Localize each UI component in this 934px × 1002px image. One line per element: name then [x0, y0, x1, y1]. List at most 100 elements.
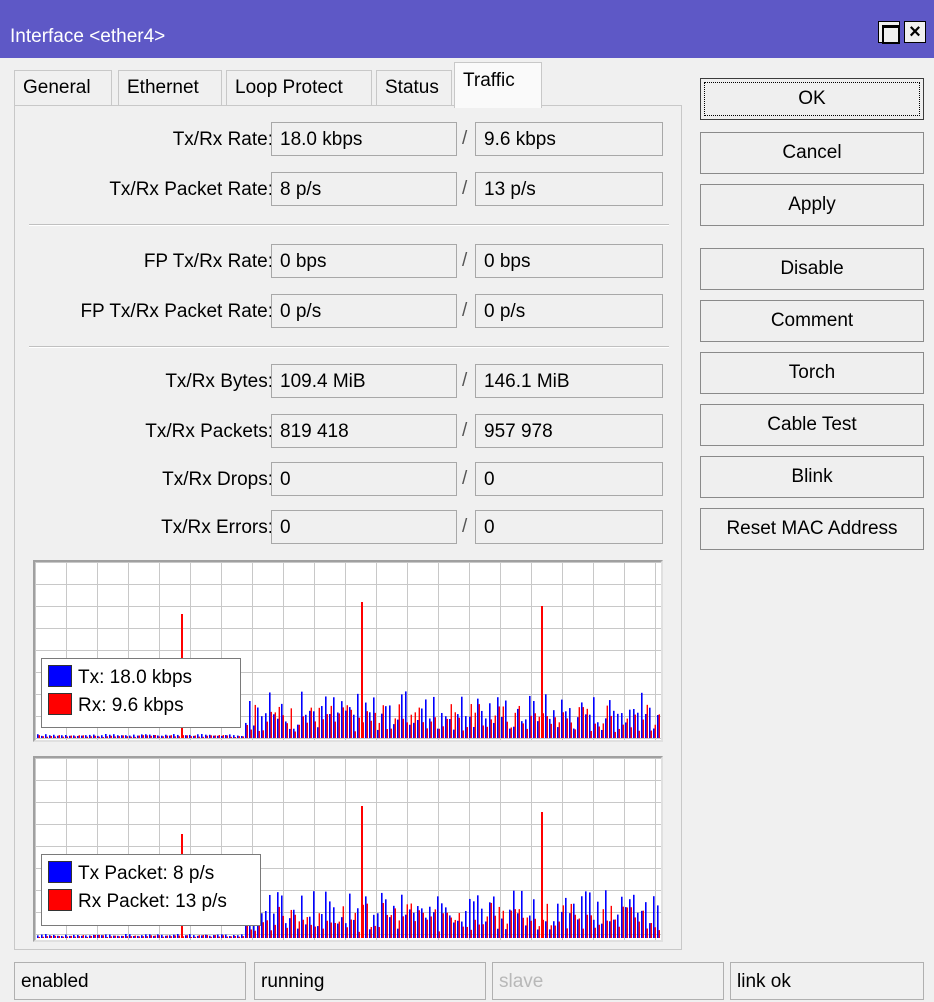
rx-trace-bar [638, 921, 640, 938]
rx-trace-bar [538, 716, 540, 738]
tx-trace-bar [37, 935, 39, 938]
tx-trace-bar [521, 721, 523, 738]
tx-trace-bar [249, 701, 251, 738]
tx-drops-field[interactable]: 0 [271, 462, 457, 496]
blink-button[interactable]: Blink [700, 456, 924, 498]
separator: / [462, 250, 468, 271]
tx-trace-bar [149, 734, 151, 738]
rx-trace-bar [222, 735, 224, 738]
tx-trace-bar [305, 924, 307, 938]
tx-trace-bar [397, 928, 399, 938]
window-titlebar[interactable]: Interface <ether4> × [0, 0, 934, 58]
tx-trace-bar [513, 726, 515, 738]
tx-trace-bar [313, 711, 315, 738]
tx-trace-bar [221, 735, 223, 738]
rx-trace-bar [394, 718, 396, 738]
tx-trace-bar [369, 712, 371, 738]
fp-rx-packet-rate-field[interactable]: 0 p/s [475, 294, 663, 328]
separator: / [462, 178, 468, 199]
tx-packet-rate-field[interactable]: 8 p/s [271, 172, 457, 206]
tab-traffic[interactable]: Traffic [454, 62, 542, 108]
tx-trace-bar [53, 734, 55, 738]
rx-trace-bar [474, 712, 476, 738]
rx-trace-bar [558, 722, 560, 738]
rx-trace-bar [458, 717, 460, 738]
rx-trace-bar [430, 721, 432, 738]
tx-trace-bar [585, 714, 587, 738]
rx-trace-bar [458, 913, 460, 938]
separator: / [462, 300, 468, 321]
rx-trace-bar [646, 928, 648, 938]
rx-trace-bar [314, 926, 316, 938]
rx-trace-bar [154, 735, 156, 738]
rx-trace-bar [190, 936, 192, 938]
tx-trace-bar [205, 734, 207, 738]
rx-trace-bar [286, 927, 288, 938]
tx-trace-bar [405, 914, 407, 938]
fp-tx-packet-rate-field[interactable]: 0 p/s [271, 294, 457, 328]
rx-trace-bar [358, 717, 360, 738]
torch-button[interactable]: Torch [700, 352, 924, 394]
rx-rate-field[interactable]: 9.6 kbps [475, 122, 663, 156]
rx-drops-field[interactable]: 0 [475, 462, 663, 496]
tx-trace-bar [281, 703, 283, 738]
rx-trace-bar [518, 909, 520, 938]
rx-trace-bar [138, 735, 140, 738]
maximize-icon[interactable] [878, 21, 900, 44]
close-icon[interactable]: × [904, 21, 926, 43]
tx-trace-bar [425, 917, 427, 938]
rx-trace-bar [246, 724, 248, 738]
tab-loop-protect[interactable]: Loop Protect [226, 70, 372, 106]
rx-trace-bar [290, 708, 292, 738]
rx-trace-bar [618, 926, 620, 938]
tab-status[interactable]: Status [376, 70, 452, 106]
comment-button[interactable]: Comment [700, 300, 924, 342]
tx-trace-bar [609, 700, 611, 738]
tx-trace-bar [505, 929, 507, 938]
rx-trace-bar [498, 906, 500, 938]
rx-errors-field[interactable]: 0 [475, 510, 663, 544]
rx-trace-bar [386, 729, 388, 738]
apply-button[interactable]: Apply [700, 184, 924, 226]
rx-trace-bar [334, 922, 336, 938]
rx-trace-bar [406, 722, 408, 738]
rx-trace-bar [594, 723, 596, 738]
rx-trace-bar [94, 735, 96, 738]
tab-general[interactable]: General [14, 70, 112, 106]
rx-trace-bar [86, 736, 88, 738]
cancel-button[interactable]: Cancel [700, 132, 924, 174]
tx-color-swatch [48, 665, 72, 687]
rx-trace-bar [366, 711, 368, 738]
ok-button[interactable]: OK [700, 78, 924, 120]
rx-trace-bar [610, 905, 612, 938]
rx-trace-bar [54, 935, 56, 938]
tx-trace-bar [501, 716, 503, 738]
tx-trace-bar [305, 714, 307, 738]
tab-ethernet[interactable]: Ethernet [118, 70, 222, 106]
tx-rate-field[interactable]: 18.0 kbps [271, 122, 457, 156]
tx-trace-bar [569, 708, 571, 738]
tx-trace-bar [425, 699, 427, 738]
tx-trace-bar [269, 692, 271, 738]
rx-trace-bar [382, 705, 384, 738]
tx-packets-field[interactable]: 819 418 [271, 414, 457, 448]
rx-trace-bar [546, 716, 548, 738]
tx-rx-packets-label: Tx/Rx Packets: [145, 421, 273, 442]
rx-trace-bar [478, 704, 480, 738]
rx-bytes-field[interactable]: 146.1 MiB [475, 364, 663, 398]
rx-trace-bar [658, 714, 660, 738]
rx-trace-bar [242, 936, 244, 938]
rx-trace-bar [450, 917, 452, 938]
rx-packets-field[interactable]: 957 978 [475, 414, 663, 448]
disable-button[interactable]: Disable [700, 248, 924, 290]
cable-test-button[interactable]: Cable Test [700, 404, 924, 446]
rx-trace-bar [550, 723, 552, 738]
tx-packet-legend-item: Tx Packet: 8 p/s [48, 859, 254, 887]
tx-errors-field[interactable]: 0 [271, 510, 457, 544]
tx-bytes-field[interactable]: 109.4 MiB [271, 364, 457, 398]
fp-rx-rate-field[interactable]: 0 bps [475, 244, 663, 278]
fp-tx-rate-field[interactable]: 0 bps [271, 244, 457, 278]
rx-packet-rate-field[interactable]: 13 p/s [475, 172, 663, 206]
rx-trace-bar [622, 724, 624, 738]
reset-mac-address-button[interactable]: Reset MAC Address [700, 508, 924, 550]
